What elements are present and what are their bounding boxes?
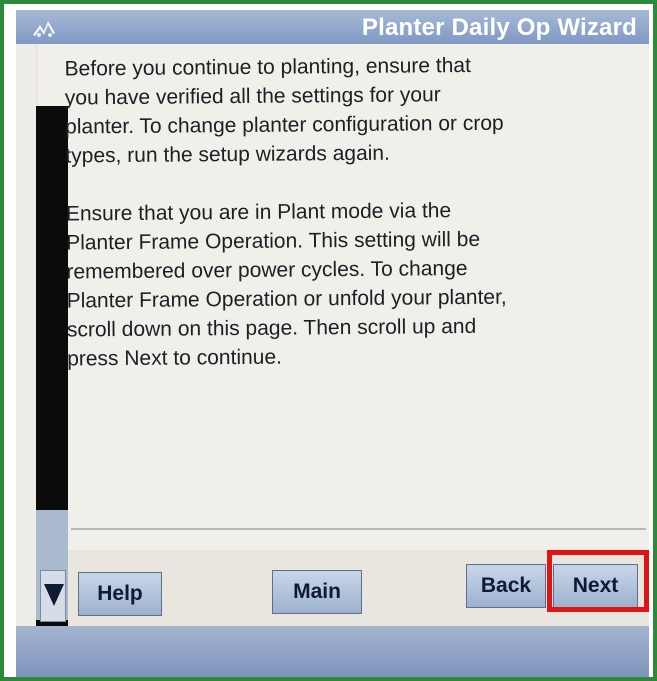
- next-button-highlight: [547, 550, 649, 612]
- paragraph-plant-mode: Ensure that you are in Plant mode via th…: [65, 199, 507, 371]
- scroll-down-button[interactable]: [40, 570, 66, 622]
- scroll-down-arrow-icon: [44, 584, 64, 606]
- main-button[interactable]: Main: [272, 570, 362, 614]
- window-title: Planter Daily Op Wizard: [361, 14, 637, 41]
- display-screen: Planter Daily Op Wizard Before you conti…: [16, 10, 649, 677]
- help-button[interactable]: Help: [78, 572, 162, 616]
- back-button[interactable]: Back: [466, 564, 546, 608]
- left-edge: [16, 44, 36, 634]
- paragraph-verify-settings: Before you continue to planting, ensure …: [64, 53, 504, 168]
- wizard-tractor-icon: [33, 21, 55, 37]
- instruction-text: Before you continue to planting, ensure …: [64, 49, 642, 402]
- title-bar: Planter Daily Op Wizard: [16, 10, 649, 44]
- divider: [71, 528, 646, 530]
- device-frame: Planter Daily Op Wizard Before you conti…: [0, 0, 657, 681]
- bottom-bar: [16, 626, 649, 677]
